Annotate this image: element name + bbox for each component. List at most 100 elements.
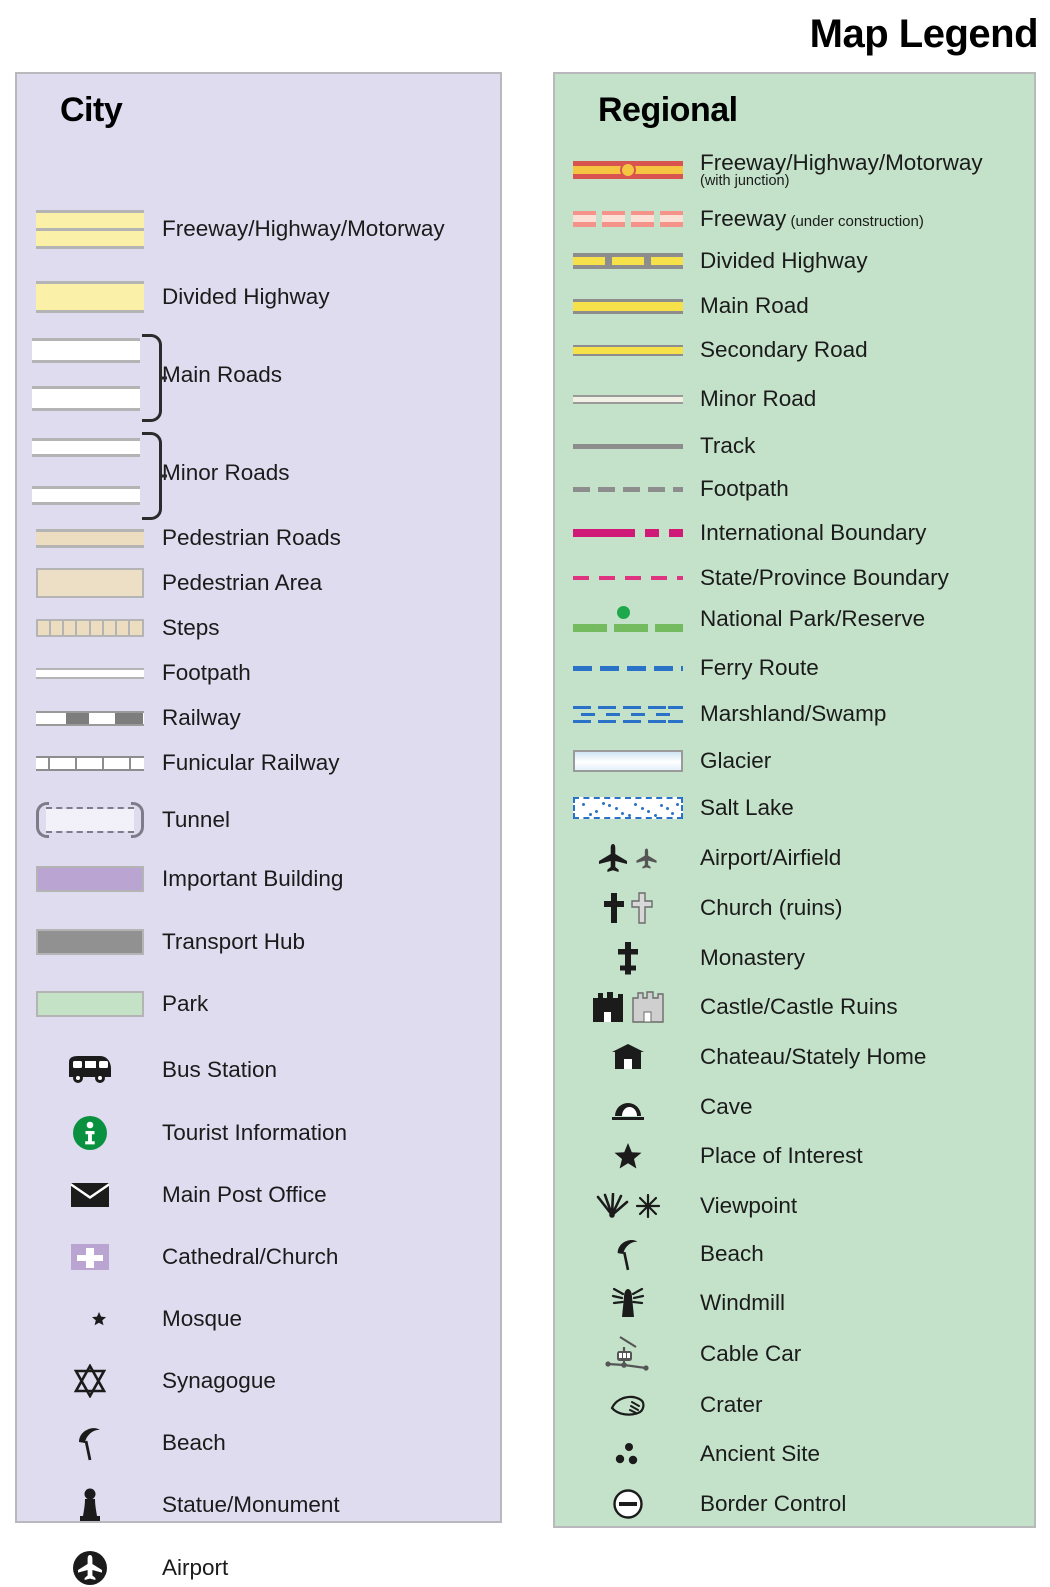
brace-bracket xyxy=(141,334,162,422)
regional-secondary-road-symbol xyxy=(555,344,700,356)
legend-label: Railway xyxy=(162,705,241,731)
legend-label-sub: (with junction) xyxy=(700,172,790,189)
legend-label: Synagogue xyxy=(162,1368,276,1394)
legend-row-city-park: Park xyxy=(17,989,500,1019)
city-pedestrian-area-symbol xyxy=(17,568,162,598)
regional-track-symbol xyxy=(555,443,700,449)
legend-label: Pedestrian Area xyxy=(162,570,323,596)
legend-row-city-tunnel: Tunnel xyxy=(17,796,500,844)
legend-row-regional-track: Track xyxy=(555,433,1034,459)
crescent-star-icon xyxy=(17,1302,162,1336)
legend-row-regional-airport: Airport/Airfield xyxy=(555,839,1034,877)
legend-label: State/Province Boundary xyxy=(700,565,949,591)
chateau-icon xyxy=(555,1042,700,1072)
legend-row-city-cathedral: Cathedral/Church xyxy=(17,1240,500,1274)
legend-row-regional-secondary-road: Secondary Road xyxy=(555,336,1034,364)
legend-label: Cave xyxy=(700,1094,753,1120)
regional-freeway-construction-symbol xyxy=(555,211,700,227)
legend-row-regional-freeway: Freeway/Highway/Motorway (with junction) xyxy=(555,150,1034,190)
info-icon xyxy=(17,1114,162,1152)
legend-row-city-funicular: Funicular Railway xyxy=(17,750,500,776)
city-steps-symbol xyxy=(17,619,162,637)
legend-row-city-pedestrian-roads: Pedestrian Roads xyxy=(17,524,500,552)
legend-label: Castle/Castle Ruins xyxy=(700,994,898,1020)
beach-umbrella-icon xyxy=(17,1424,162,1462)
legend-row-city-important-building: Important Building xyxy=(17,864,500,894)
legend-row-regional-marshland: Marshland/Swamp xyxy=(555,698,1034,730)
cross-square-icon xyxy=(17,1242,162,1272)
city-tunnel-symbol xyxy=(17,800,162,840)
legend-row-regional-state-boundary: State/Province Boundary xyxy=(555,565,1034,591)
cross-pair-icon xyxy=(555,892,700,924)
legend-row-regional-windmill: Windmill xyxy=(555,1284,1034,1322)
legend-label: Border Control xyxy=(700,1491,847,1517)
legend-label: Footpath xyxy=(700,476,789,502)
legend-label: Funicular Railway xyxy=(162,750,340,776)
legend-row-city-freeway: Freeway/Highway/Motorway xyxy=(17,209,500,249)
regional-heading: Regional xyxy=(598,91,738,129)
legend-row-regional-viewpoint: Viewpoint xyxy=(555,1188,1034,1224)
legend-row-regional-monastery: Monastery xyxy=(555,940,1034,976)
regional-main-road-symbol xyxy=(555,298,700,314)
legend-label: Chateau/Stately Home xyxy=(700,1044,927,1070)
legend-row-city-transport-hub: Transport Hub xyxy=(17,927,500,957)
regional-minor-road-symbol xyxy=(555,394,700,404)
regional-salt-lake-symbol xyxy=(555,797,700,819)
regional-ferry-route-symbol xyxy=(555,665,700,671)
legend-label: Beach xyxy=(162,1430,226,1456)
legend-label: Windmill xyxy=(700,1290,786,1316)
ancient-site-icon xyxy=(555,1441,700,1467)
legend-label: Track xyxy=(700,433,756,459)
legend-row-regional-cable-car: Cable Car xyxy=(555,1333,1034,1375)
legend-row-city-statue: Statue/Monument xyxy=(17,1487,500,1523)
legend-label: Minor Roads xyxy=(162,460,290,486)
legend-row-regional-national-park: National Park/Reserve xyxy=(555,602,1034,636)
legend-row-city-minor-roads: Minor Roads xyxy=(17,432,500,520)
airplane-circle-icon xyxy=(17,1549,162,1587)
legend-label: Secondary Road xyxy=(700,337,868,363)
regional-glacier-symbol xyxy=(555,750,700,772)
monastery-cross-icon xyxy=(555,941,700,975)
brace-bracket xyxy=(141,432,162,520)
legend-row-regional-glacier: Glacier xyxy=(555,746,1034,776)
legend-label: Ferry Route xyxy=(700,655,819,681)
legend-row-city-divided-highway: Divided Highway xyxy=(17,280,500,314)
legend-row-regional-salt-lake: Salt Lake xyxy=(555,793,1034,823)
star-of-david-icon xyxy=(17,1364,162,1398)
legend-label: Freeway/Highway/Motorway xyxy=(162,216,445,242)
legend-label: Pedestrian Roads xyxy=(162,525,341,551)
city-park-symbol xyxy=(17,991,162,1017)
page-title: Map Legend xyxy=(809,12,1039,56)
legend-row-city-tourist-information: Tourist Information xyxy=(17,1113,500,1153)
regional-footpath-symbol xyxy=(555,486,700,492)
regional-freeway-junction-symbol xyxy=(555,161,700,179)
legend-row-city-airport: Airport xyxy=(17,1549,500,1587)
airplane-pair-icon xyxy=(555,842,700,874)
legend-label: Mosque xyxy=(162,1306,243,1332)
legend-row-city-post-office: Main Post Office xyxy=(17,1178,500,1212)
legend-row-regional-ferry-route: Ferry Route xyxy=(555,655,1034,681)
legend-label: Divided Highway xyxy=(162,284,330,310)
legend-label: Tourist Information xyxy=(162,1120,348,1146)
envelope-icon xyxy=(17,1182,162,1208)
legend-label-main: Freeway xyxy=(700,206,787,232)
legend-row-regional-castle: Castle/Castle Ruins xyxy=(555,987,1034,1027)
legend-label: Monastery xyxy=(700,945,806,971)
windmill-icon xyxy=(555,1285,700,1321)
legend-row-regional-freeway-construction: Freeway (under construction) xyxy=(555,204,1034,234)
legend-label: Park xyxy=(162,991,209,1017)
legend-row-regional-divided-highway: Divided Highway xyxy=(555,246,1034,276)
legend-label: Divided Highway xyxy=(700,248,868,274)
legend-row-city-main-roads: Main Roads xyxy=(17,334,500,422)
legend-label: Steps xyxy=(162,615,220,641)
legend-label: Church (ruins) xyxy=(700,895,843,921)
legend-label: Bus Station xyxy=(162,1057,278,1083)
cable-car-icon xyxy=(555,1334,700,1374)
legend-label: Cable Car xyxy=(700,1341,802,1367)
legend-row-city-mosque: Mosque xyxy=(17,1302,500,1336)
legend-row-regional-main-road: Main Road xyxy=(555,291,1034,321)
legend-label: Airport/Airfield xyxy=(700,845,842,871)
city-footpath-symbol xyxy=(17,667,162,679)
star-icon xyxy=(555,1141,700,1171)
legend-row-city-pedestrian-area: Pedestrian Area xyxy=(17,567,500,599)
